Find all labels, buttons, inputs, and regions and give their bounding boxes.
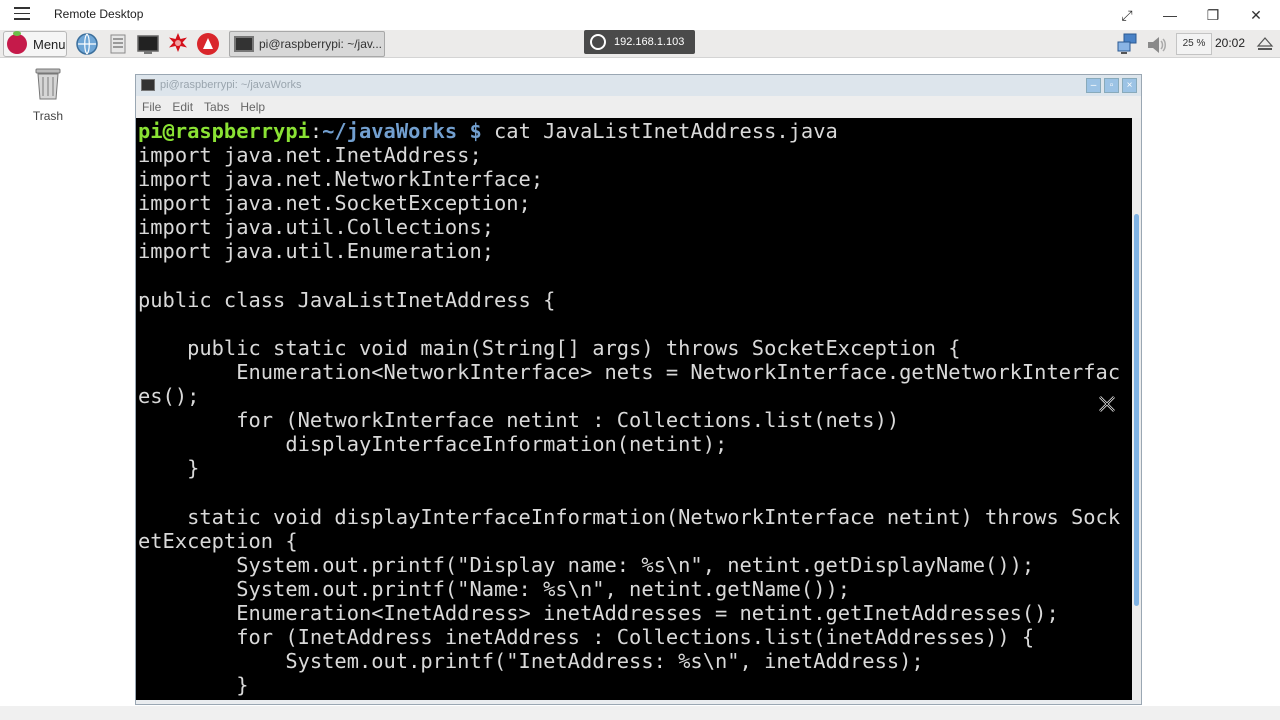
remote-desktop-title: Remote Desktop xyxy=(54,7,144,21)
raspberry-icon xyxy=(7,31,27,54)
terminal-line: } xyxy=(138,673,249,698)
terminal-line: for (InetAddress inetAddress : Collectio… xyxy=(138,624,1035,649)
trash-label: Trash xyxy=(32,109,64,123)
minimize-button[interactable]: — xyxy=(1155,4,1185,26)
terminal-window: pi@raspberrypi: ~/javaWorks – ▫ × File E… xyxy=(135,74,1142,705)
terminal-line: import java.util.Collections; xyxy=(138,215,495,240)
terminal-close-button[interactable]: × xyxy=(1122,78,1137,93)
prompt-path: ~/javaWorks $ xyxy=(322,119,482,143)
menu-tabs[interactable]: Tabs xyxy=(204,100,229,114)
menu-file[interactable]: File xyxy=(142,100,161,114)
taskbar-terminal-window-button[interactable]: pi@raspberrypi: ~/jav... xyxy=(229,31,385,57)
menu-label: Menu xyxy=(33,36,66,52)
terminal-icon[interactable] xyxy=(136,32,160,56)
file-manager-icon[interactable] xyxy=(106,32,130,56)
terminal-line: System.out.printf("Name: %s\n", netint.g… xyxy=(138,576,851,601)
terminal-line: import java.net.SocketException; xyxy=(138,191,531,216)
menu-icon[interactable] xyxy=(14,7,30,21)
pi-desktop: Menu pi@raspberrypi: ~/jav... 192.168.1.… xyxy=(0,30,1280,720)
task-button-label: pi@raspberrypi: ~/jav... xyxy=(259,37,383,51)
desktop-bottom-edge xyxy=(0,706,1280,720)
ip-address-label: 192.168.1.103 xyxy=(614,36,685,48)
cpu-usage-monitor[interactable]: 25 % xyxy=(1176,33,1212,55)
terminal-menubar: File Edit Tabs Help xyxy=(136,96,1141,118)
prompt-user: pi@raspberrypi xyxy=(138,119,310,143)
remote-desktop-titlebar: Remote Desktop ⤢ — ❐ ✕ xyxy=(0,0,1280,30)
terminal-minimize-button[interactable]: – xyxy=(1086,78,1101,93)
connection-icon xyxy=(590,34,606,50)
menu-help[interactable]: Help xyxy=(240,100,265,114)
trash-icon xyxy=(35,68,61,100)
terminal-maximize-button[interactable]: ▫ xyxy=(1104,78,1119,93)
terminal-line: etException { xyxy=(138,528,298,553)
terminal-line: Enumeration<NetworkInterface> nets = Net… xyxy=(138,359,1121,384)
menu-edit[interactable]: Edit xyxy=(172,100,193,114)
terminal-icon xyxy=(141,79,155,91)
terminal-line: displayInterfaceInformation(netint); xyxy=(138,432,728,457)
terminal-line: import java.util.Enumeration; xyxy=(138,239,495,264)
wolfram-icon[interactable] xyxy=(196,32,220,56)
terminal-scrollbar[interactable] xyxy=(1132,118,1141,700)
taskbar-panel: Menu pi@raspberrypi: ~/jav... 192.168.1.… xyxy=(0,30,1280,58)
eject-icon[interactable] xyxy=(1256,36,1274,52)
close-button[interactable]: ✕ xyxy=(1241,4,1271,26)
fullscreen-button[interactable]: ⤢ xyxy=(1112,4,1142,26)
terminal-prompt-line: pi@raspberrypi:~/javaWorks $ cat JavaLis… xyxy=(138,119,1132,143)
clock[interactable]: 20:02 xyxy=(1215,36,1245,50)
terminal-icon xyxy=(234,36,254,52)
terminal-line: public static void main(String[] args) t… xyxy=(138,335,961,360)
terminal-title: pi@raspberrypi: ~/javaWorks xyxy=(160,79,302,91)
cursor-icon xyxy=(1099,396,1115,412)
prompt-separator: : xyxy=(309,119,323,143)
trash-desktop-icon[interactable]: Trash xyxy=(28,66,68,123)
ip-address-badge: 192.168.1.103 xyxy=(584,30,695,54)
terminal-line: public class JavaListInetAddress { xyxy=(138,287,556,312)
start-menu-button[interactable]: Menu xyxy=(3,31,67,57)
terminal-titlebar[interactable]: pi@raspberrypi: ~/javaWorks – ▫ × xyxy=(136,75,1141,96)
volume-icon[interactable] xyxy=(1145,34,1169,56)
scrollbar-thumb[interactable] xyxy=(1134,214,1139,606)
prompt-command: cat JavaListInetAddress.java xyxy=(481,119,838,143)
terminal-line: Enumeration<InetAddress> inetAddresses =… xyxy=(138,600,1059,625)
terminal-line: static void displayInterfaceInformation(… xyxy=(138,504,1121,529)
terminal-line: for (NetworkInterface netint : Collectio… xyxy=(138,408,900,433)
terminal-output[interactable]: pi@raspberrypi:~/javaWorks $ cat JavaLis… xyxy=(136,118,1132,700)
globe-icon[interactable] xyxy=(75,32,99,56)
network-icon[interactable] xyxy=(1117,33,1141,55)
terminal-line: es(); xyxy=(138,384,200,409)
terminal-line: import java.net.InetAddress; xyxy=(138,143,482,168)
terminal-line: } xyxy=(138,456,200,481)
terminal-line: System.out.printf("Display name: %s\n", … xyxy=(138,552,1035,577)
terminal-line: import java.net.NetworkInterface; xyxy=(138,167,544,192)
restore-button[interactable]: ❐ xyxy=(1198,4,1228,26)
terminal-line: System.out.printf("InetAddress: %s\n", i… xyxy=(138,649,924,674)
mathematica-icon[interactable] xyxy=(166,32,190,56)
